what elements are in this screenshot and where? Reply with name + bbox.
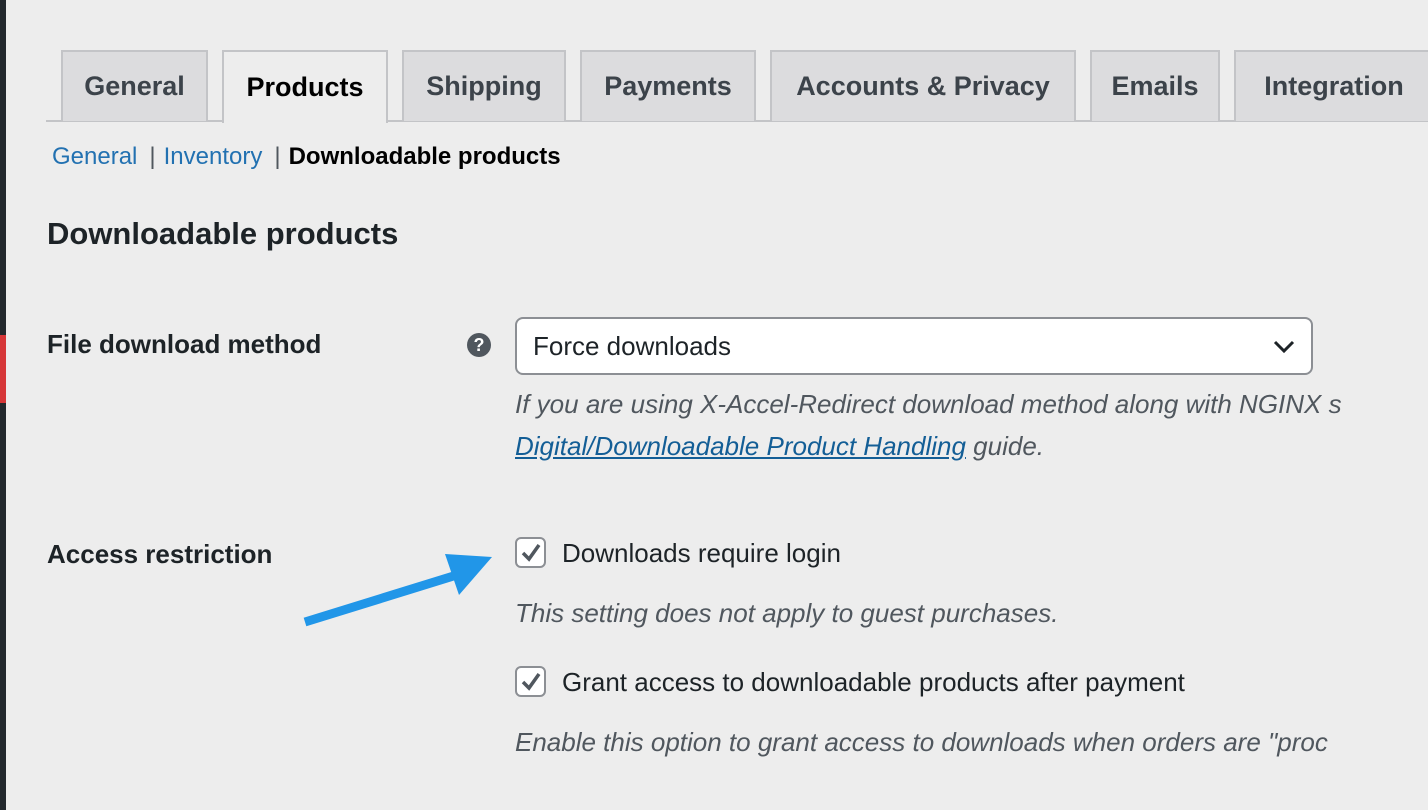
subsection-nav: General | Inventory | Downloadable products bbox=[52, 143, 561, 171]
downloads-require-login-checkbox[interactable] bbox=[515, 537, 546, 568]
access-restriction-label: Access restriction bbox=[47, 539, 273, 569]
file-download-method-label: File download method bbox=[47, 329, 322, 359]
grant-access-checkbox[interactable] bbox=[515, 666, 546, 697]
checkmark-icon bbox=[521, 672, 540, 691]
admin-sidebar-edge bbox=[0, 0, 6, 810]
require-login-description: This setting does not apply to guest pur… bbox=[515, 598, 1059, 628]
tab-products[interactable]: Products bbox=[222, 50, 388, 123]
desc-suffix: guide. bbox=[965, 431, 1045, 461]
tab-shipping[interactable]: Shipping bbox=[402, 50, 566, 121]
tab-payments[interactable]: Payments bbox=[580, 50, 756, 121]
section-title: Downloadable products bbox=[47, 216, 399, 251]
grant-access-description: Enable this option to grant access to do… bbox=[515, 727, 1328, 757]
question-circle-icon[interactable]: ? bbox=[467, 333, 491, 357]
active-menu-indicator bbox=[0, 335, 6, 403]
tab-accounts-privacy[interactable]: Accounts & Privacy bbox=[770, 50, 1076, 121]
subnav-general[interactable]: General bbox=[52, 143, 137, 170]
tab-emails[interactable]: Emails bbox=[1090, 50, 1220, 121]
file-download-method-select[interactable]: Force downloads bbox=[515, 317, 1313, 375]
tab-general[interactable]: General bbox=[61, 50, 208, 121]
file-download-description-2: Digital/Downloadable Product Handling gu… bbox=[515, 431, 1044, 462]
select-value: Force downloads bbox=[533, 330, 731, 361]
grant-access-label[interactable]: Grant access to downloadable products af… bbox=[562, 667, 1185, 698]
checkmark-icon bbox=[521, 543, 540, 562]
subnav-current: Downloadable products bbox=[288, 143, 561, 170]
file-download-description: If you are using X-Accel-Redirect downlo… bbox=[515, 389, 1342, 419]
separator: | bbox=[274, 143, 281, 170]
handling-guide-link[interactable]: Digital/Downloadable Product Handling bbox=[515, 431, 966, 461]
downloads-require-login-label[interactable]: Downloads require login bbox=[562, 538, 841, 569]
chevron-down-icon bbox=[1273, 340, 1295, 354]
annotation-arrow-icon bbox=[303, 554, 492, 627]
separator: | bbox=[149, 143, 156, 170]
subnav-inventory[interactable]: Inventory bbox=[164, 143, 263, 170]
tab-integration[interactable]: Integration bbox=[1234, 50, 1428, 121]
